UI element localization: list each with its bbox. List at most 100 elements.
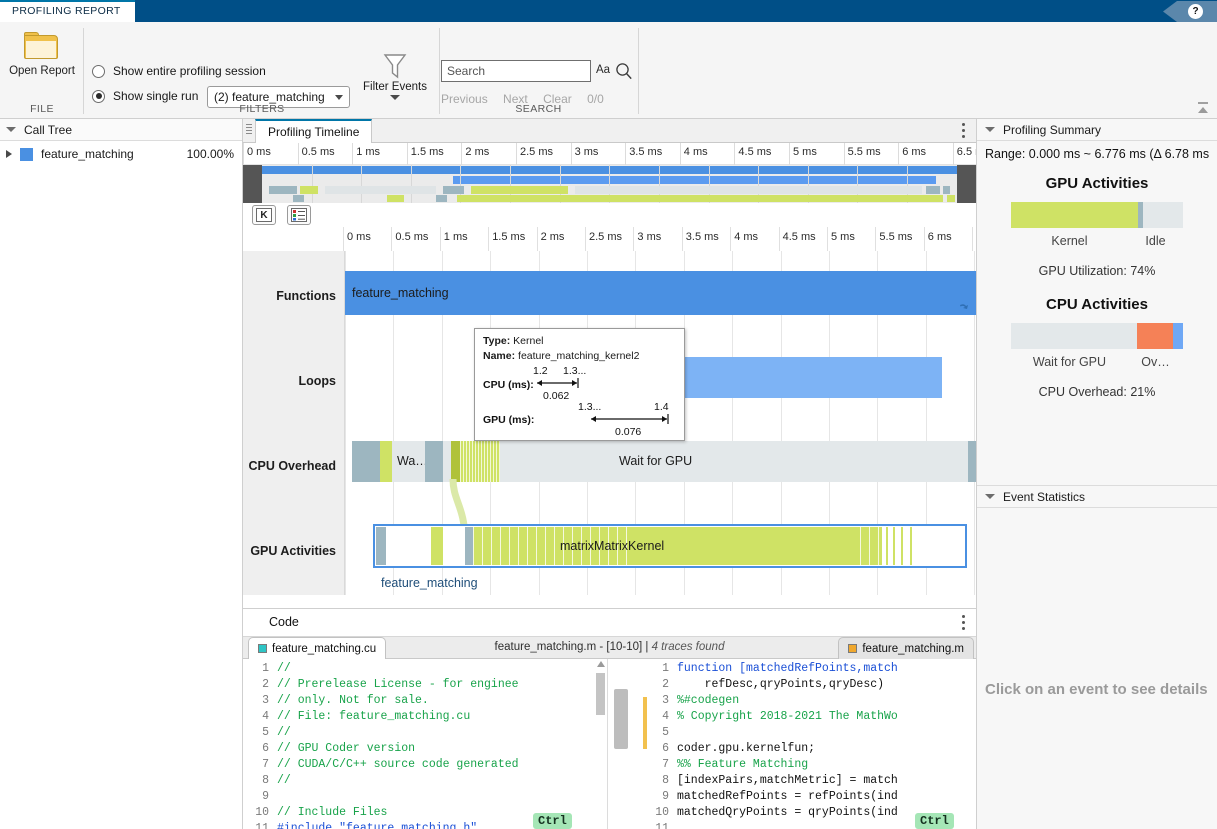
line-number: 1 xyxy=(262,662,269,675)
ruler-tick-label: 4 ms xyxy=(734,231,759,243)
track-label-column: Functions Loops CPU Overhead GPU Activit… xyxy=(243,251,345,595)
event-statistics-header[interactable]: Event Statistics xyxy=(977,486,1217,508)
code-editor-m[interactable]: 1 function [matchedRefPoints,match 2 refDe… xyxy=(643,659,976,829)
search-input-wrapper[interactable] xyxy=(441,60,591,82)
chevron-down-icon[interactable] xyxy=(985,127,995,132)
chevron-down-icon[interactable] xyxy=(6,127,16,132)
list-legend-icon xyxy=(291,208,307,222)
search-input[interactable] xyxy=(442,61,590,81)
radio-single-run[interactable]: Show single run xyxy=(92,89,198,103)
call-tree-row-percent: 100.00% xyxy=(186,147,234,161)
code-line: 4% Copyright 2018-2021 The MathWo xyxy=(643,709,976,725)
code-text: % Copyright 2018-2021 The MathWo xyxy=(677,710,898,723)
cpu-legend: Wait for GPU Ov… xyxy=(1011,355,1183,369)
code-editor-cu-scrollbar[interactable] xyxy=(596,661,605,827)
tab-feature-matching-m[interactable]: feature_matching.m xyxy=(838,637,974,659)
call-tree-row[interactable]: feature_matching 100.00% xyxy=(0,141,242,167)
code-panel-title: Code xyxy=(269,615,299,629)
editor-highlight-gutter xyxy=(643,697,647,749)
help-icon[interactable]: ? xyxy=(1188,4,1203,19)
gpu-seg-1[interactable] xyxy=(376,527,386,565)
scroll-thumb[interactable] xyxy=(596,673,605,715)
code-line: 3 %#codegen xyxy=(643,693,976,709)
radio-entire-session[interactable]: Show entire profiling session xyxy=(92,64,266,78)
kernel-filter-button[interactable]: K xyxy=(252,205,276,225)
ruler-tick-label: 4.5 ms xyxy=(738,146,772,158)
chevron-right-icon[interactable] xyxy=(6,150,12,158)
scroll-up-icon[interactable] xyxy=(597,661,605,667)
gpu-seg-2[interactable] xyxy=(431,527,443,565)
open-report-button[interactable]: Open Report xyxy=(9,32,75,77)
chevron-down-icon[interactable] xyxy=(390,95,400,100)
cpu-overhead-seg-2[interactable] xyxy=(380,441,392,482)
ruler-tick: 5 ms xyxy=(789,143,817,165)
range-text: Range: 0.000 ms ~ 6.776 ms (Δ 6.78 ms xyxy=(985,147,1210,161)
collapse-ribbon-button[interactable] xyxy=(1195,101,1211,115)
ribbon-divider-3 xyxy=(638,28,639,114)
tooltip-type-value: Kernel xyxy=(513,335,544,347)
editor-splitter-handle[interactable] xyxy=(614,689,628,749)
cpu-overhead-kernel-stripes[interactable] xyxy=(460,441,500,482)
gpu-tick-1[interactable] xyxy=(886,527,888,565)
legend-button[interactable] xyxy=(287,205,311,225)
chevron-down-icon[interactable] xyxy=(985,494,995,499)
timeline-minimap[interactable] xyxy=(243,165,976,203)
drag-grip-icon[interactable] xyxy=(246,124,252,137)
profiling-report-tab[interactable]: PROFILING REPORT xyxy=(0,0,135,22)
ruler-tick-label: 3 ms xyxy=(637,231,662,243)
tab-profiling-timeline[interactable]: Profiling Timeline xyxy=(255,119,373,143)
ruler-tick-label: 1.5 ms xyxy=(492,231,526,243)
gpu-tick-4[interactable] xyxy=(910,527,912,565)
cpu-overhead-seg-3[interactable] xyxy=(425,441,443,482)
line-number: 2 xyxy=(262,678,269,691)
timeline-more-options-icon[interactable] xyxy=(962,123,966,139)
code-line: 2 refDesc,qryPoints,qryDesc) xyxy=(643,677,976,693)
tooltip-cpu-arrow xyxy=(537,378,579,388)
code-text: // GPU Coder version xyxy=(277,742,416,755)
ruler-tick: 5.5 ms xyxy=(875,227,912,251)
cpu-overhead-seg-4[interactable] xyxy=(443,441,451,482)
code-text: %% Feature Matching xyxy=(677,758,809,771)
radio-entire-session-indicator xyxy=(92,64,105,78)
gpu-tick-3[interactable] xyxy=(901,527,903,565)
ruler-tick: 5 ms xyxy=(827,227,855,251)
magnifier-icon[interactable] xyxy=(615,62,633,80)
loops-bar-tail[interactable] xyxy=(938,357,942,398)
cpu-other-segment xyxy=(1172,323,1183,349)
cpu-overhead-wait-long[interactable] xyxy=(500,441,968,482)
profiling-summary-header[interactable]: Profiling Summary xyxy=(977,119,1217,141)
line-number: 10 xyxy=(655,806,669,819)
code-line: 3 // only. Not for sale. xyxy=(243,693,607,709)
cpu-overhead-seg-1[interactable] xyxy=(352,441,380,482)
ruler-tick: 4.5 ms xyxy=(734,143,771,165)
open-report-label: Open Report xyxy=(9,65,75,77)
filter-events-button[interactable]: Filter Events xyxy=(358,52,432,100)
code-text: // xyxy=(277,726,291,739)
ruler-tick: 4 ms xyxy=(730,227,758,251)
code-editor-cu[interactable]: 1 // 2 // Prerelease License - for enginee 3… xyxy=(243,659,608,829)
ruler-tick-label: 0.5 ms xyxy=(395,231,429,243)
minimap-gpu-block xyxy=(387,195,405,202)
code-center-label: feature_matching.m - [10-10] | xyxy=(494,641,649,653)
tab-feature-matching-m-label: feature_matching.m xyxy=(862,642,964,655)
gpu-seg-3[interactable] xyxy=(465,527,473,565)
tooltip-name-value: feature_matching_kernel2 xyxy=(518,350,640,362)
empty-state-hint: Click on an event to see details xyxy=(985,681,1208,698)
call-tree-panel: Call Tree feature_matching 100.00% xyxy=(0,119,243,829)
track-ruler: 0 ms 0.5 ms 1 ms 1.5 ms 2 ms 2.5 ms 3 ms 3.5 ms… xyxy=(243,227,1009,251)
call-tree-header[interactable]: Call Tree xyxy=(0,119,242,141)
code-text: matchedRefPoints = refPoints(ind xyxy=(677,790,898,803)
code-more-options-icon[interactable] xyxy=(962,615,966,631)
kernel-k-icon: K xyxy=(256,208,272,222)
line-number: 1 xyxy=(662,662,669,675)
ruler-tick: 3 ms xyxy=(633,227,661,251)
cpu-overhead-seg-6[interactable] xyxy=(968,441,976,482)
ctrl-badge-left: Ctrl xyxy=(533,813,572,829)
minimap-cpu-block xyxy=(268,186,297,194)
gpu-tick-2[interactable] xyxy=(893,527,895,565)
gpu-matrix-kernel-bar[interactable] xyxy=(631,527,859,565)
cpu-overhead-seg-5[interactable] xyxy=(451,441,460,482)
cpu-wait-segment xyxy=(1011,323,1137,349)
match-case-toggle[interactable]: Aa xyxy=(596,64,610,76)
ruler-tick: 6 ms xyxy=(923,227,952,251)
